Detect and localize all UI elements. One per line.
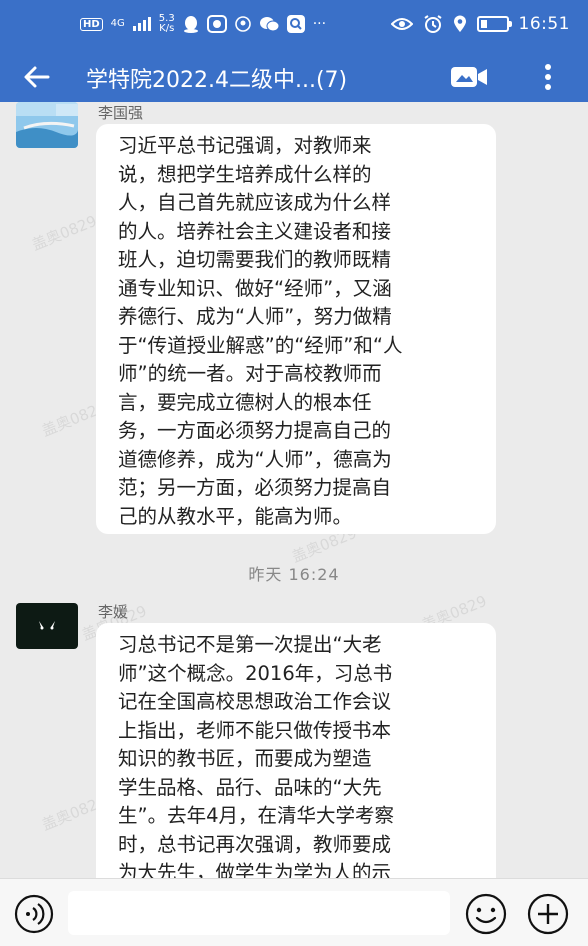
message-line: 师”的统一者。对于高校教师而: [118, 362, 382, 385]
chat-area[interactable]: 盖奥0829 盖奥0829 盖奥0829 盖奥0829 盖奥0829 盖奥082…: [0, 102, 588, 878]
plus-icon[interactable]: [527, 893, 569, 935]
message-line: 时，总书记再次强调，教师要成: [118, 832, 392, 856]
hd-badge: HD: [80, 17, 103, 31]
message-line: 习总书记不是第一次提出“大老: [118, 633, 382, 656]
message-bubble[interactable]: 习近平总书记强调，对教师来 说，想把学生培养成什么样的 人，自己首先就应该成为什…: [96, 124, 496, 534]
message-line: 师”这个概念。2016年，习总书: [118, 661, 393, 685]
title-bar: 学特院2022.4二级中...(7): [0, 52, 588, 102]
avatar[interactable]: [16, 102, 78, 148]
voice-input-icon[interactable]: [14, 894, 54, 934]
status-left: HD 4G 5.3 K/s ···: [80, 14, 326, 34]
message-line: 人，自己首先就应该成为什么样: [118, 191, 392, 214]
search-app-icon: [286, 15, 305, 33]
message-line: 的人。培养社会主义建设者和接: [118, 219, 392, 243]
message-line: 上指出，老师不能只做传授书本: [118, 718, 392, 742]
face-icon: [234, 16, 251, 32]
more-notifications: ···: [312, 16, 327, 32]
message-line: 生”。去年4月，在清华大学考察: [118, 804, 395, 827]
chat-title: 学特院2022.4二级中...(7): [86, 68, 348, 93]
sender-name: 李国强: [98, 104, 144, 122]
message-line: 言，要完成立德树人的根本任: [118, 390, 372, 414]
message-line: 通专业知识、做好“经师”，又涵: [118, 276, 392, 300]
message-line: 道德修养，成为“人师”，德高为: [118, 447, 392, 471]
input-bar: [0, 878, 588, 946]
message-line: 于“传道授业解惑”的“经师”和“人: [118, 333, 403, 357]
avatar-image: [16, 102, 78, 148]
net-speed: 5.3 K/s: [159, 14, 175, 34]
signal-icon: [132, 17, 151, 31]
wechat-icon: [259, 17, 279, 32]
message-line: 班人，迫切需要我们的教师既精: [118, 248, 392, 271]
back-arrow-icon[interactable]: [20, 60, 54, 94]
avatar[interactable]: [16, 603, 78, 649]
message-bubble[interactable]: 习总书记不是第一次提出“大老 师”这个概念。2016年，习总书 记在全国高校思想…: [96, 623, 496, 878]
app-icon: [206, 15, 227, 33]
message-line: 养德行、成为“人师”，努力做精: [118, 305, 392, 328]
message-line: 说，想把学生培养成什么样的: [118, 162, 372, 186]
more-options-icon[interactable]: [538, 60, 558, 94]
message-line: 知识的教书匠，而要成为塑造: [118, 747, 372, 770]
net-speed-unit: K/s: [159, 23, 175, 34]
status-bar: HD 4G 5.3 K/s ··· 16:51: [0, 0, 588, 52]
network-type: 4G: [110, 18, 125, 29]
status-right: 16:51: [390, 14, 571, 34]
sender-name: 李媛: [98, 603, 129, 621]
avatar-image: [16, 603, 78, 649]
clock: 16:51: [518, 14, 570, 34]
time-separator: 昨天 16:24: [248, 565, 340, 584]
message-line: 记在全国高校思想政治工作会议: [118, 690, 392, 713]
watermark: 盖奥0829: [29, 211, 100, 255]
message-line: 范；另一方面，必须努力提高自: [118, 476, 392, 499]
qq-icon: [183, 16, 198, 33]
message-line: 为大先生，做学生为学为人的示: [118, 861, 392, 878]
video-call-icon[interactable]: [450, 64, 488, 90]
alarm-icon: [423, 15, 442, 33]
location-icon: [453, 15, 466, 32]
eye-icon: [390, 18, 413, 30]
message-line: 习近平总书记强调，对教师来: [118, 134, 372, 157]
message-line: 务，一方面必须努力提高自己的: [118, 419, 392, 442]
message-line: 学生品格、品行、品味的“大先: [118, 775, 382, 799]
battery-icon: [476, 16, 512, 32]
message-line: 己的从教水平，能高为师。: [118, 504, 353, 528]
emoji-icon[interactable]: [465, 893, 507, 935]
message-input[interactable]: [68, 891, 450, 935]
